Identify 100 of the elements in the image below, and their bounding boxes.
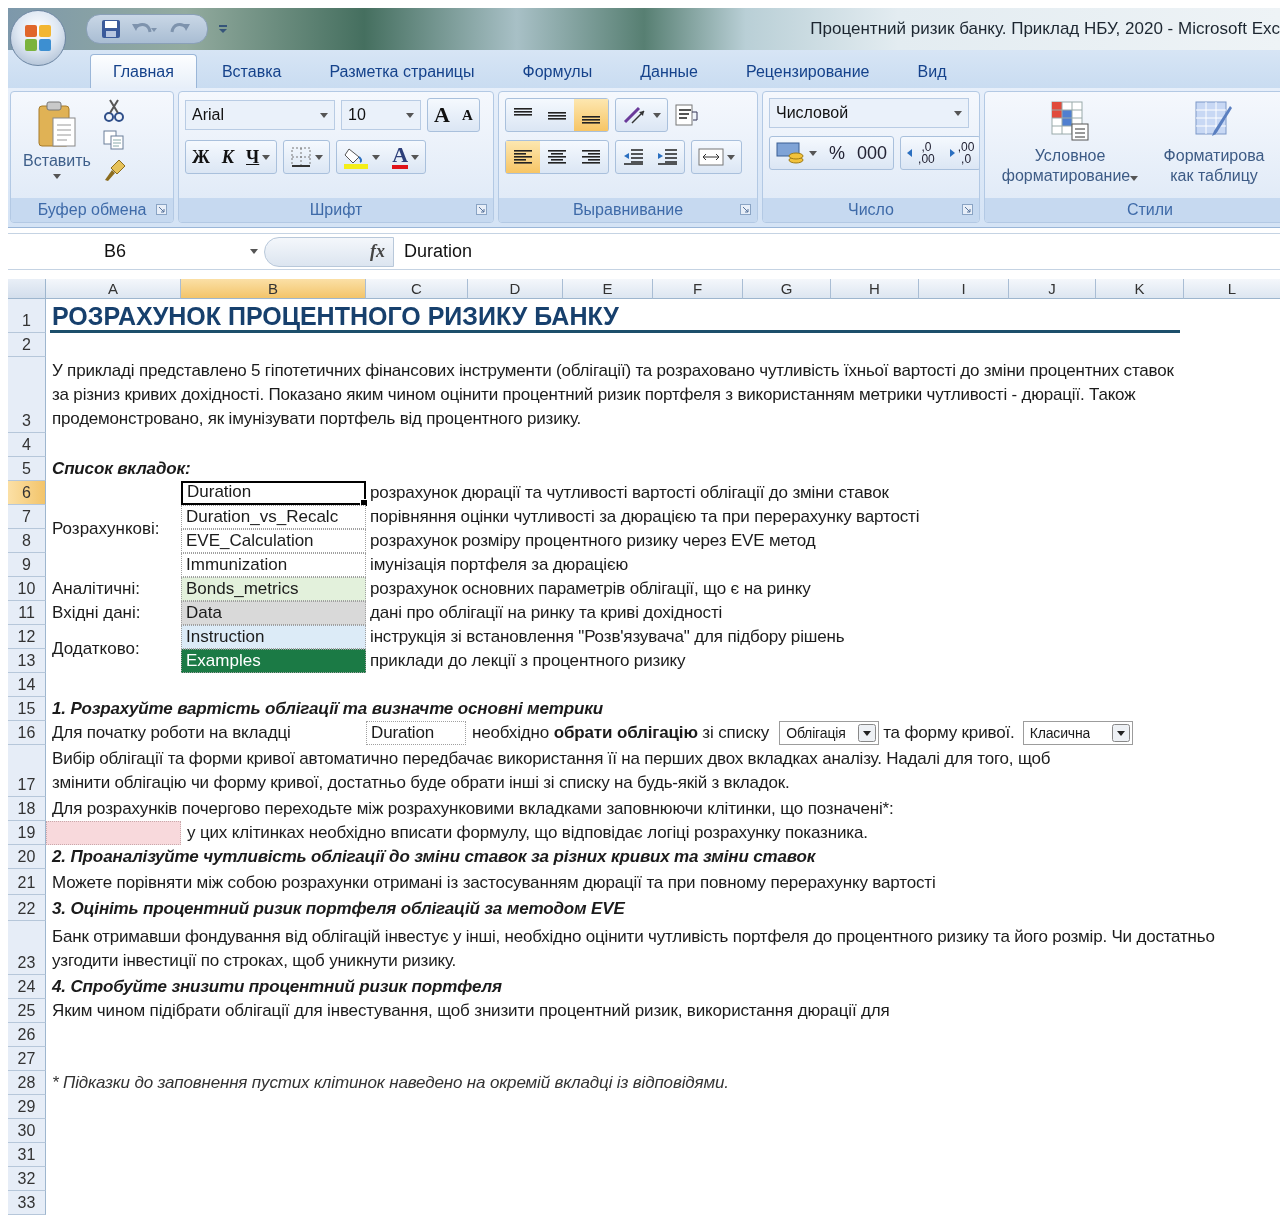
align-center-icon[interactable] — [546, 147, 568, 167]
row-header[interactable]: 23 — [8, 921, 46, 975]
align-left-icon[interactable] — [512, 147, 534, 167]
column-header[interactable]: A — [46, 279, 181, 299]
dialog-launcher-icon[interactable] — [962, 204, 973, 215]
row-header[interactable]: 5 — [8, 457, 46, 481]
caret-icon[interactable] — [1130, 176, 1139, 181]
column-header[interactable]: I — [919, 279, 1009, 299]
vertical-align-button[interactable] — [574, 99, 608, 131]
paste-button[interactable]: Вставить — [17, 98, 97, 181]
row-header[interactable]: 9 — [8, 553, 46, 577]
tab-name-cell[interactable]: Duration — [181, 481, 366, 505]
row-header[interactable]: 22 — [8, 895, 46, 921]
caret-icon[interactable] — [653, 112, 661, 118]
save-icon[interactable] — [101, 19, 121, 39]
column-header[interactable]: B — [181, 279, 366, 299]
ribbon-tab[interactable]: Вид — [894, 54, 970, 88]
column-header[interactable]: E — [563, 279, 653, 299]
caret-icon[interactable] — [406, 112, 414, 118]
row-header[interactable]: 16 — [8, 721, 46, 745]
row-header[interactable]: 25 — [8, 999, 46, 1023]
row-header[interactable]: 29 — [8, 1095, 46, 1119]
row-header[interactable]: 28 — [8, 1071, 46, 1095]
percent-button[interactable]: % — [823, 137, 851, 169]
row-header[interactable]: 15 — [8, 697, 46, 721]
conditional-formatting-button[interactable]: Условное форматирование — [991, 98, 1149, 188]
row-header[interactable]: 33 — [8, 1191, 46, 1215]
decrease-decimal-button[interactable]: ,00 ,0 — [940, 137, 979, 169]
horizontal-align-button[interactable] — [506, 141, 540, 173]
bond-dropdown[interactable]: Облігація — [779, 721, 880, 745]
font-color-button[interactable]: A — [386, 141, 426, 173]
caret-icon[interactable] — [262, 154, 271, 160]
row-header[interactable]: 13 — [8, 649, 46, 673]
row-header[interactable]: 11 — [8, 601, 46, 625]
column-header[interactable]: D — [468, 279, 563, 299]
caret-icon[interactable] — [411, 154, 420, 160]
orientation-button[interactable] — [615, 98, 668, 132]
tab-name-cell[interactable]: Instruction — [181, 625, 366, 649]
tab-name-cell[interactable]: EVE_Calculation — [181, 529, 366, 553]
ribbon-tab[interactable]: Вставка — [198, 54, 305, 88]
ribbon-tab[interactable]: Формулы — [499, 54, 616, 88]
dialog-launcher-icon[interactable] — [476, 204, 487, 215]
tab-name-cell[interactable]: Duration_vs_Recalc — [181, 505, 366, 529]
ribbon-tab[interactable]: Разметка страницы — [306, 54, 498, 88]
caret-icon[interactable] — [250, 249, 258, 254]
tab-name-cell[interactable]: Data — [181, 601, 366, 625]
name-box[interactable]: B6 — [8, 234, 258, 269]
font-name-select[interactable]: Arial — [185, 100, 335, 130]
insert-function-button[interactable]: fx — [264, 236, 394, 267]
row-header[interactable]: 30 — [8, 1119, 46, 1143]
format-painter-icon[interactable] — [103, 158, 127, 182]
column-header[interactable]: H — [831, 279, 919, 299]
shrink-font-button[interactable]: A — [455, 99, 479, 131]
formula-field[interactable]: Duration — [404, 241, 473, 262]
column-header[interactable]: G — [743, 279, 831, 299]
row-header[interactable]: 31 — [8, 1143, 46, 1167]
row-header[interactable]: 4 — [8, 433, 46, 457]
copy-icon[interactable] — [103, 130, 125, 150]
caret-icon[interactable] — [53, 174, 61, 179]
tab-name-cell[interactable]: Examples — [181, 649, 366, 673]
row-header[interactable]: 7 — [8, 505, 46, 529]
wrap-text-icon[interactable] — [674, 102, 700, 128]
curve-dropdown[interactable]: Класична — [1022, 721, 1133, 745]
scissors-icon[interactable] — [103, 98, 125, 122]
decrease-indent-icon[interactable] — [622, 147, 644, 167]
borders-icon[interactable] — [290, 146, 313, 168]
ribbon-tab[interactable]: Главная — [90, 54, 197, 88]
column-header[interactable]: K — [1096, 279, 1184, 299]
number-format-select[interactable]: Числовой — [769, 98, 969, 128]
row-header[interactable]: 27 — [8, 1047, 46, 1071]
caret-icon[interactable] — [315, 154, 324, 160]
dialog-launcher-icon[interactable] — [156, 204, 167, 215]
row-header[interactable]: 12 — [8, 625, 46, 649]
row-header[interactable]: 32 — [8, 1167, 46, 1191]
increase-decimal-button[interactable]: ,0 ,00 — [901, 137, 941, 169]
row-header[interactable]: 3 — [8, 357, 46, 433]
tab-name-cell[interactable]: Bonds_metrics — [181, 577, 366, 601]
row-header[interactable]: 21 — [8, 869, 46, 895]
bold-button[interactable]: Ж — [186, 141, 216, 173]
row-header[interactable]: 17 — [8, 745, 46, 797]
italic-button[interactable]: К — [215, 141, 241, 173]
dialog-launcher-icon[interactable] — [740, 204, 751, 215]
row-header[interactable]: 6 — [8, 481, 46, 505]
row-header[interactable]: 10 — [8, 577, 46, 601]
caret-icon[interactable] — [954, 110, 962, 116]
row-header[interactable]: 1 — [8, 299, 46, 333]
row-header[interactable]: 19 — [8, 821, 46, 845]
ribbon-tab[interactable]: Рецензирование — [722, 54, 893, 88]
font-size-select[interactable]: 10 — [341, 100, 421, 130]
row-header[interactable]: 14 — [8, 673, 46, 697]
row-header[interactable]: 24 — [8, 975, 46, 999]
format-as-table-button[interactable]: Форматирова как таблицу — [1155, 98, 1273, 188]
column-header[interactable]: J — [1009, 279, 1096, 299]
row-header[interactable]: 18 — [8, 797, 46, 821]
row-header[interactable]: 2 — [8, 333, 46, 357]
merge-cells-icon[interactable] — [698, 147, 724, 167]
caret-icon[interactable] — [809, 150, 817, 156]
column-header[interactable]: F — [653, 279, 743, 299]
column-header[interactable]: L — [1184, 279, 1280, 299]
grow-font-button[interactable]: A — [428, 99, 456, 131]
